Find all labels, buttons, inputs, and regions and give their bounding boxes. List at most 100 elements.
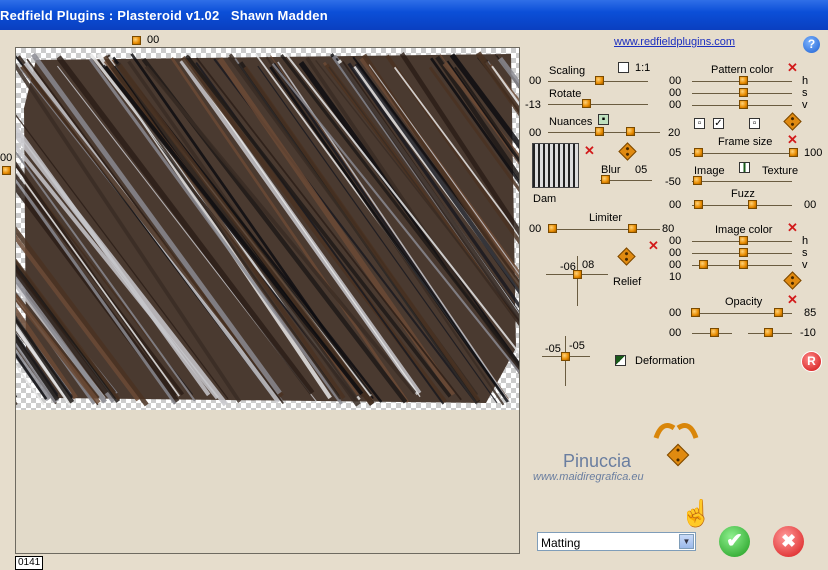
frame-size-label: Frame size bbox=[718, 136, 773, 148]
limiter-slider-track[interactable] bbox=[548, 229, 660, 230]
relief-random-dice-icon[interactable] bbox=[617, 247, 636, 266]
blur-value: 05 bbox=[635, 164, 648, 176]
nuances-checkbox[interactable]: ▪ bbox=[598, 114, 609, 125]
relief-label: Relief bbox=[613, 276, 642, 288]
image-color-extra-value: 10 bbox=[669, 271, 682, 283]
pattern-color-s-letter: s bbox=[802, 87, 808, 99]
opacity-handle-high[interactable] bbox=[774, 308, 783, 317]
relief-handle[interactable] bbox=[573, 270, 582, 279]
pattern-random-dice-icon[interactable] bbox=[618, 142, 637, 161]
blur-slider-handle[interactable] bbox=[601, 175, 610, 184]
image-texture-handle[interactable] bbox=[693, 176, 702, 185]
pattern-color-s-value: 00 bbox=[669, 87, 682, 99]
image-texture-toggle[interactable] bbox=[739, 162, 750, 173]
deformation-checkbox[interactable] bbox=[615, 355, 626, 366]
limiter-slider-handle-low[interactable] bbox=[548, 224, 557, 233]
preview-y-offset-value: 00 bbox=[0, 152, 13, 164]
fuzz-track[interactable] bbox=[692, 205, 792, 206]
zoom-value: 0141 bbox=[15, 556, 44, 570]
pattern-color-reset-icon[interactable]: ✕ bbox=[787, 61, 798, 74]
deformation-handle[interactable] bbox=[561, 352, 570, 361]
option-checkbox-2[interactable]: ✓ bbox=[713, 118, 724, 129]
frame-size-reset-icon[interactable]: ✕ bbox=[787, 133, 798, 146]
nuances-slider-handle-low[interactable] bbox=[595, 127, 604, 136]
preview-y-offset-handle[interactable] bbox=[2, 166, 11, 175]
chevron-down-icon[interactable]: ▼ bbox=[679, 534, 694, 549]
image-color-h-value: 00 bbox=[669, 235, 682, 247]
opacity2-handle-a[interactable] bbox=[710, 328, 719, 337]
opacity-reset-icon[interactable]: ✕ bbox=[787, 293, 798, 306]
streaks-image bbox=[16, 51, 519, 407]
pattern-color-s-handle[interactable] bbox=[739, 88, 748, 97]
swap-arrows-icon[interactable] bbox=[650, 418, 702, 440]
image-texture-track[interactable] bbox=[692, 181, 792, 182]
frame-size-handle-high[interactable] bbox=[789, 148, 798, 157]
deformation-x-value: -05 bbox=[545, 343, 561, 355]
preview-area bbox=[15, 47, 520, 554]
nuances-slider-handle-high[interactable] bbox=[626, 127, 635, 136]
help-button[interactable]: ? bbox=[803, 36, 820, 53]
pattern-name: Dam bbox=[533, 193, 557, 205]
image-color-s-letter: s bbox=[802, 247, 808, 259]
watermark-name: Pinuccia bbox=[563, 451, 632, 471]
pattern-color-h-value: 00 bbox=[669, 75, 682, 87]
opacity-value-left: 00 bbox=[669, 307, 682, 319]
rotate-slider-track[interactable] bbox=[548, 104, 648, 105]
fuzz-handle-high[interactable] bbox=[748, 200, 757, 209]
mode-select-value: Matting bbox=[541, 536, 581, 550]
deformation-y-track[interactable] bbox=[565, 336, 566, 386]
image-color-s-value: 00 bbox=[669, 247, 682, 259]
pattern-color-h-letter: h bbox=[802, 75, 809, 87]
frame-size-value-left: 05 bbox=[669, 147, 682, 159]
fuzz-handle-low[interactable] bbox=[694, 200, 703, 209]
nuances-label: Nuances bbox=[549, 116, 593, 128]
website-link[interactable]: www.redfieldplugins.com bbox=[614, 36, 735, 48]
deformation-label: Deformation bbox=[635, 355, 695, 367]
image-color-h-letter: h bbox=[802, 235, 809, 247]
rotate-value: -13 bbox=[525, 99, 541, 111]
global-random-dice-icon[interactable] bbox=[666, 443, 690, 467]
window-title: Redfield Plugins : Plasteroid v1.02 Shaw… bbox=[0, 8, 328, 23]
nuances-value-right: 20 bbox=[668, 127, 681, 139]
mode-select[interactable]: Matting ▼ bbox=[537, 532, 696, 551]
nuances-slider-track[interactable] bbox=[548, 132, 660, 133]
option-checkbox-1[interactable]: ▫ bbox=[694, 118, 705, 129]
scaling-value: 00 bbox=[529, 75, 542, 87]
preview-image[interactable] bbox=[16, 48, 519, 410]
pattern-color-label: Pattern color bbox=[711, 64, 774, 76]
image-color-h-handle[interactable] bbox=[739, 236, 748, 245]
cancel-button[interactable]: ✖ bbox=[773, 526, 804, 557]
reset-button[interactable]: R bbox=[801, 351, 822, 372]
image-color-reset-icon[interactable]: ✕ bbox=[787, 221, 798, 234]
pattern-color-h-handle[interactable] bbox=[739, 76, 748, 85]
color-random-dice-icon[interactable] bbox=[783, 112, 802, 131]
ratio-checkbox[interactable] bbox=[618, 62, 629, 73]
frame-size-handle-low[interactable] bbox=[694, 148, 703, 157]
pattern-color-v-value: 00 bbox=[669, 99, 682, 111]
relief-reset-icon[interactable]: ✕ bbox=[648, 239, 659, 252]
preview-x-offset-handle[interactable] bbox=[132, 36, 141, 45]
scaling-slider-handle[interactable] bbox=[595, 76, 604, 85]
rotate-slider-handle[interactable] bbox=[582, 99, 591, 108]
image-color-s-handle[interactable] bbox=[739, 248, 748, 257]
frame-size-value-right: 100 bbox=[804, 147, 823, 159]
ok-button[interactable]: ✔ bbox=[719, 526, 750, 557]
pattern-color-v-handle[interactable] bbox=[739, 100, 748, 109]
opacity-handle-low[interactable] bbox=[691, 308, 700, 317]
image-color-random-dice-icon[interactable] bbox=[783, 271, 802, 290]
option-checkbox-3[interactable]: ▫ bbox=[749, 118, 760, 129]
opacity2-handle-b[interactable] bbox=[764, 328, 773, 337]
relief-y-track[interactable] bbox=[577, 256, 578, 306]
deformation-y-value: -05 bbox=[569, 340, 585, 352]
pattern-thumbnail[interactable] bbox=[532, 143, 579, 188]
image-color-v-handle[interactable] bbox=[699, 260, 708, 269]
opacity-value-right: 85 bbox=[804, 307, 817, 319]
image-color-v-handle-2[interactable] bbox=[739, 260, 748, 269]
limiter-value-left: 00 bbox=[529, 223, 542, 235]
frame-size-track[interactable] bbox=[692, 153, 798, 154]
image-texture-value: -50 bbox=[665, 176, 681, 188]
limiter-slider-handle-high[interactable] bbox=[628, 224, 637, 233]
title-bar: Redfield Plugins : Plasteroid v1.02 Shaw… bbox=[0, 0, 828, 30]
image-color-v-letter: v bbox=[802, 259, 808, 271]
pattern-reset-icon[interactable]: ✕ bbox=[584, 144, 595, 157]
